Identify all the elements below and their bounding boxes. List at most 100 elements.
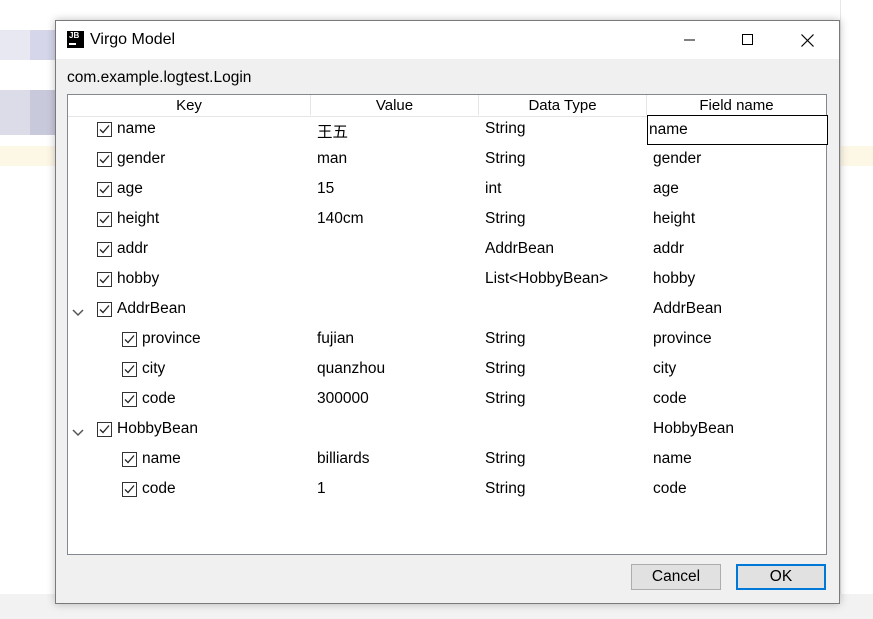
- field-name-cell[interactable]: gender: [653, 150, 701, 168]
- row-checkbox[interactable]: [97, 182, 112, 197]
- key-cell: code: [142, 390, 176, 407]
- value-cell[interactable]: 140cm: [317, 210, 364, 228]
- check-icon: [124, 365, 135, 374]
- close-icon: [800, 33, 814, 47]
- check-icon: [99, 185, 110, 194]
- minimize-icon: [684, 39, 695, 41]
- data-type-cell: String: [485, 150, 526, 167]
- field-name-cell[interactable]: HobbyBean: [653, 420, 734, 438]
- cancel-button[interactable]: Cancel: [631, 564, 721, 590]
- maximize-button[interactable]: [719, 21, 777, 59]
- title-bar[interactable]: JB Virgo Model: [56, 21, 839, 59]
- close-button[interactable]: [778, 21, 836, 59]
- table-row[interactable]: city quanzhou String city: [68, 355, 826, 385]
- table-row[interactable]: code 300000 String code: [68, 385, 826, 415]
- field-name-cell[interactable]: AddrBean: [653, 300, 722, 318]
- check-icon: [99, 245, 110, 254]
- data-type-cell: String: [485, 360, 526, 377]
- blurred-background-image: [0, 30, 30, 60]
- data-type-cell: String: [485, 390, 526, 407]
- value-cell[interactable]: quanzhou: [317, 360, 385, 378]
- chevron-down-icon[interactable]: [72, 304, 84, 322]
- data-type-cell: String: [485, 450, 526, 467]
- key-cell: height: [117, 210, 160, 227]
- field-name-cell[interactable]: name: [653, 450, 692, 468]
- key-cell: city: [142, 360, 166, 377]
- table-header: Key Value Data Type Field name: [68, 95, 826, 117]
- table-row[interactable]: name billiards String name: [68, 445, 826, 475]
- column-header-value[interactable]: Value: [311, 95, 479, 115]
- key-cell: gender: [117, 150, 166, 167]
- check-icon: [99, 305, 110, 314]
- maximize-icon: [742, 34, 753, 45]
- row-checkbox[interactable]: [97, 302, 112, 317]
- row-checkbox[interactable]: [122, 482, 137, 497]
- key-cell: HobbyBean: [117, 420, 199, 437]
- window-title: Virgo Model: [90, 31, 176, 48]
- data-type-cell: int: [485, 180, 502, 197]
- table-row[interactable]: code 1 String code: [68, 475, 826, 505]
- field-name-input-text: name: [649, 121, 688, 138]
- blurred-background-image: [0, 90, 30, 135]
- row-checkbox[interactable]: [97, 212, 112, 227]
- row-checkbox[interactable]: [122, 392, 137, 407]
- key-cell: code: [142, 480, 176, 497]
- check-icon: [124, 335, 135, 344]
- column-header-key[interactable]: Key: [68, 95, 311, 115]
- field-name-cell[interactable]: hobby: [653, 270, 695, 288]
- field-name-input[interactable]: name: [647, 115, 828, 145]
- value-cell[interactable]: fujian: [317, 330, 354, 348]
- value-cell[interactable]: billiards: [317, 450, 370, 468]
- check-icon: [99, 155, 110, 164]
- field-name-cell[interactable]: addr: [653, 240, 684, 258]
- data-type-cell: String: [485, 480, 526, 497]
- row-checkbox[interactable]: [122, 362, 137, 377]
- value-cell[interactable]: 300000: [317, 390, 369, 408]
- model-tree-table[interactable]: Key Value Data Type Field name name 王五 Str…: [67, 94, 828, 555]
- chevron-down-icon[interactable]: [72, 424, 84, 442]
- minimize-button[interactable]: [661, 21, 719, 59]
- background-divider: [840, 0, 841, 594]
- jetbrains-app-icon: JB: [67, 31, 84, 48]
- value-cell[interactable]: 王五: [317, 120, 348, 142]
- row-checkbox[interactable]: [97, 422, 112, 437]
- data-type-cell: AddrBean: [485, 240, 554, 257]
- table-row[interactable]: name 王五 String name: [68, 115, 828, 145]
- key-cell: hobby: [117, 270, 160, 287]
- table-row[interactable]: hobby List<HobbyBean> hobby: [68, 265, 826, 295]
- value-cell[interactable]: man: [317, 150, 347, 168]
- key-cell: age: [117, 180, 143, 197]
- table-row[interactable]: HobbyBean HobbyBean: [68, 415, 826, 445]
- column-header-field-name[interactable]: Field name: [647, 95, 826, 115]
- field-name-cell[interactable]: age: [653, 180, 679, 198]
- row-checkbox[interactable]: [97, 122, 112, 137]
- table-row[interactable]: gender man String gender: [68, 145, 826, 175]
- field-name-cell[interactable]: code: [653, 390, 687, 408]
- check-icon: [99, 425, 110, 434]
- check-icon: [99, 275, 110, 284]
- value-cell[interactable]: 15: [317, 180, 334, 198]
- table-row[interactable]: age 15 int age: [68, 175, 826, 205]
- key-cell: name: [117, 120, 156, 137]
- row-checkbox[interactable]: [97, 152, 112, 167]
- table-row[interactable]: addr AddrBean addr: [68, 235, 826, 265]
- table-row[interactable]: AddrBean AddrBean: [68, 295, 826, 325]
- class-name-label: com.example.logtest.Login: [67, 69, 252, 86]
- column-header-data-type[interactable]: Data Type: [479, 95, 647, 115]
- key-cell: province: [142, 330, 201, 347]
- table-row[interactable]: height 140cm String height: [68, 205, 826, 235]
- field-name-cell[interactable]: province: [653, 330, 712, 348]
- ok-button[interactable]: OK: [736, 564, 826, 590]
- field-name-cell[interactable]: city: [653, 360, 676, 378]
- field-name-cell[interactable]: code: [653, 480, 687, 498]
- row-checkbox[interactable]: [122, 332, 137, 347]
- field-name-cell[interactable]: height: [653, 210, 695, 228]
- table-row[interactable]: province fujian String province: [68, 325, 826, 355]
- row-checkbox[interactable]: [97, 242, 112, 257]
- check-icon: [124, 395, 135, 404]
- row-checkbox[interactable]: [122, 452, 137, 467]
- value-cell[interactable]: 1: [317, 480, 326, 498]
- data-type-cell: String: [485, 210, 526, 227]
- blurred-background-image: [30, 90, 55, 135]
- row-checkbox[interactable]: [97, 272, 112, 287]
